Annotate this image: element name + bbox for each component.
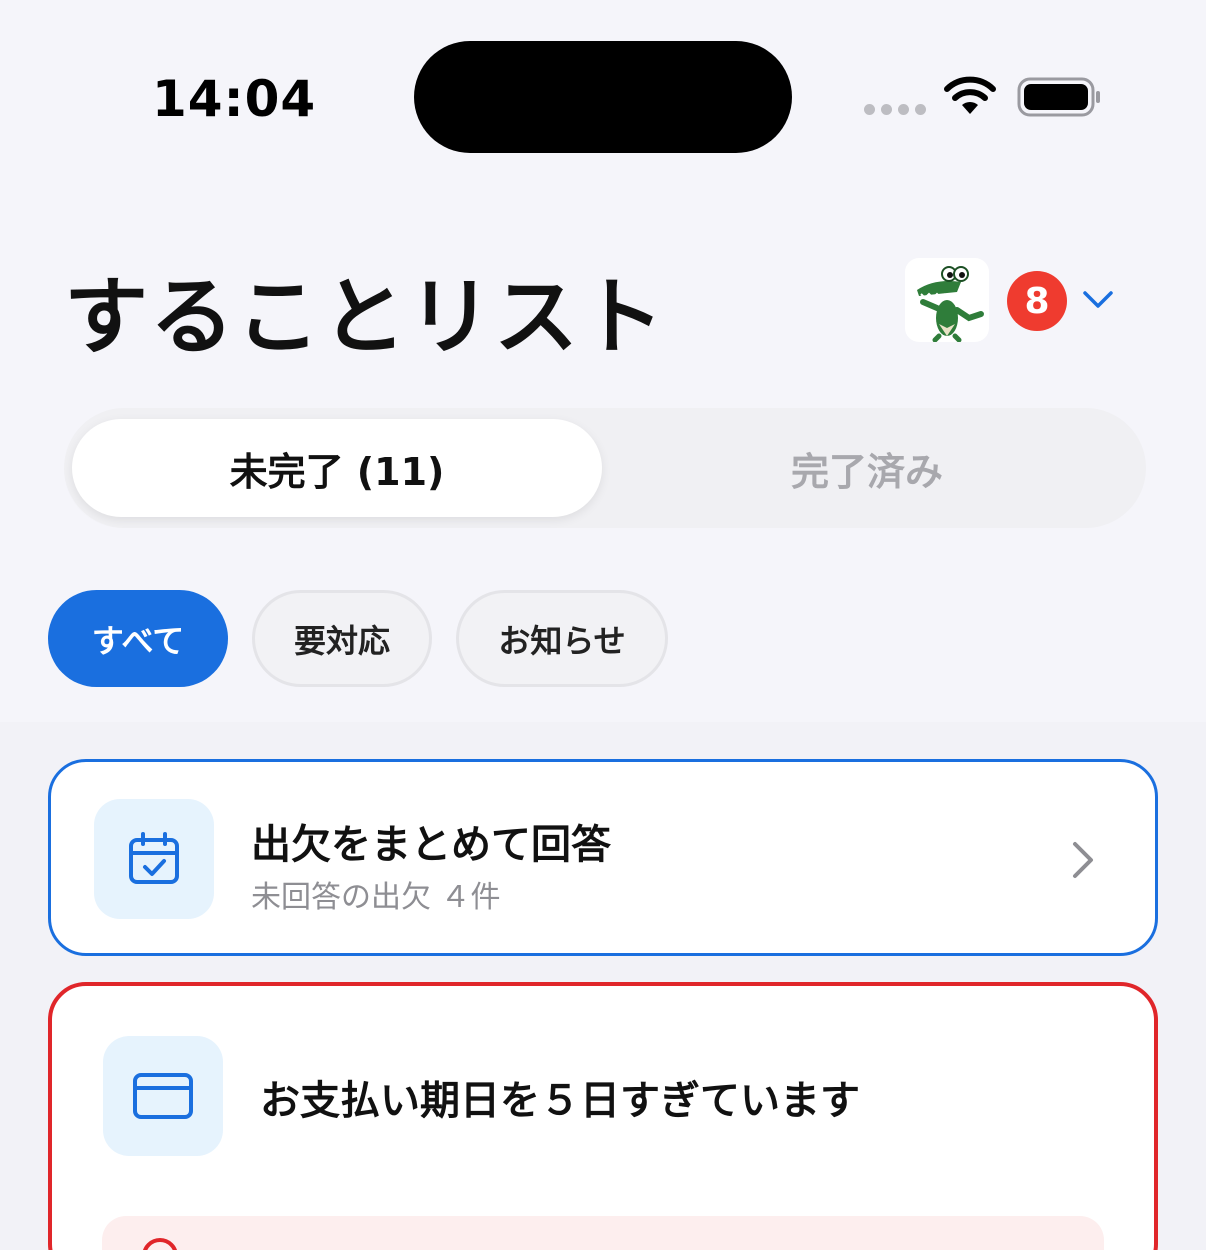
tab-completed[interactable]: 完了済み: [612, 419, 1122, 517]
overdue-alert-box: [102, 1216, 1104, 1250]
cellular-signal-icon: [864, 104, 926, 115]
attendance-card[interactable]: 出欠をまとめて回答 未回答の出欠 ４件: [48, 759, 1158, 956]
avatar[interactable]: [905, 258, 989, 342]
wifi-icon: [944, 76, 996, 114]
payment-icon-tile: [103, 1036, 223, 1156]
payment-overdue-card[interactable]: お支払い期日を５日すぎています: [48, 982, 1158, 1250]
calendar-check-icon: [129, 832, 179, 884]
dynamic-island: [414, 41, 792, 153]
filter-chip-all[interactable]: すべて: [48, 590, 228, 687]
credit-card-icon: [133, 1073, 193, 1119]
status-time: 14:04: [152, 70, 317, 128]
alert-circle-icon: [142, 1238, 178, 1250]
filter-chip-notices[interactable]: お知らせ: [456, 590, 668, 687]
page-title: することリスト: [64, 268, 667, 366]
battery-icon: [1017, 77, 1100, 117]
filter-chip-action-required[interactable]: 要対応: [252, 590, 432, 687]
payment-card-title: お支払い期日を５日すぎています: [260, 1078, 860, 1124]
tab-incomplete[interactable]: 未完了 (11): [72, 419, 602, 517]
chevron-right-icon: [1073, 842, 1093, 878]
attendance-icon-tile: [94, 799, 214, 919]
chevron-down-icon[interactable]: [1082, 286, 1114, 312]
crocodile-mascot-icon: [917, 266, 984, 342]
attendance-card-title: 出欠をまとめて回答: [251, 822, 611, 868]
notification-badge[interactable]: 8: [1007, 271, 1067, 331]
attendance-card-subtitle: 未回答の出欠 ４件: [251, 880, 501, 915]
screen: 14:04 することリスト 8 未完了 (11) 完了済み すべて 要対応 お知…: [0, 0, 1206, 1250]
